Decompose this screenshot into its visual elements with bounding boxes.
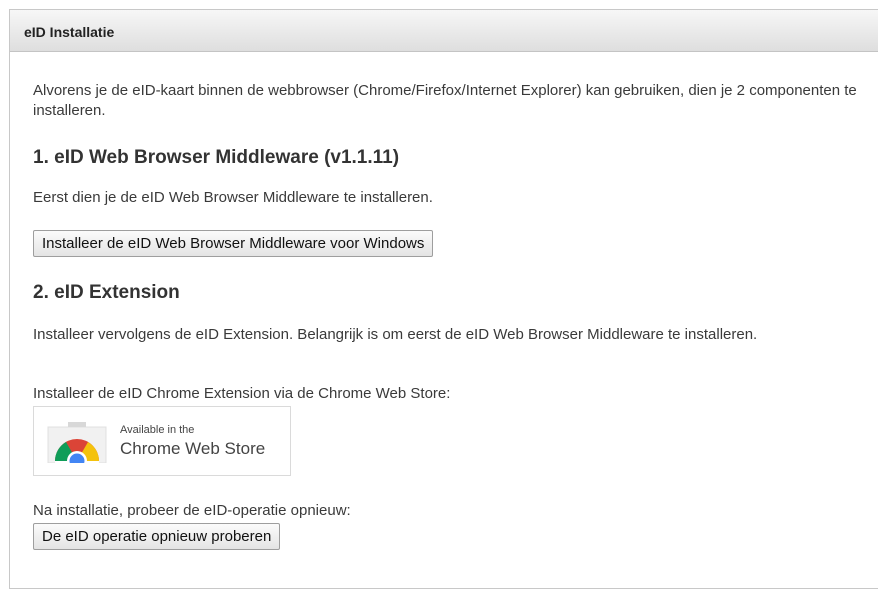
chrome-web-store-icon: [44, 422, 110, 465]
badge-line2: Chrome Web Store: [120, 439, 266, 458]
install-middleware-button[interactable]: Installeer de eID Web Browser Middleware…: [33, 230, 434, 257]
section2-heading: 2. eID Extension: [33, 282, 180, 303]
panel-title: eID Installatie: [24, 24, 115, 40]
section1-heading: 1. eID Web Browser Middleware (v1.1.11): [33, 147, 400, 168]
chrome-web-store-badge[interactable]: Available in the Chrome Web Store: [33, 406, 291, 476]
panel-header: eID Installatie: [10, 10, 878, 52]
badge-line1: Available in the: [120, 424, 195, 436]
store-text: Installeer de eID Chrome Extension via d…: [33, 385, 451, 402]
retry-eid-button[interactable]: De eID operatie opnieuw proberen: [33, 523, 281, 550]
retry-text: Na installatie, probeer de eID-operatie …: [33, 502, 351, 519]
section1-text: Eerst dien je de eID Web Browser Middlew…: [33, 189, 433, 206]
intro-text: Alvorens je de eID-kaart binnen de webbr…: [33, 82, 857, 119]
section2-text: Installeer vervolgens de eID Extension. …: [33, 326, 758, 343]
eid-installation-panel: eID Installatie Alvorens je de eID-kaart…: [9, 9, 878, 589]
